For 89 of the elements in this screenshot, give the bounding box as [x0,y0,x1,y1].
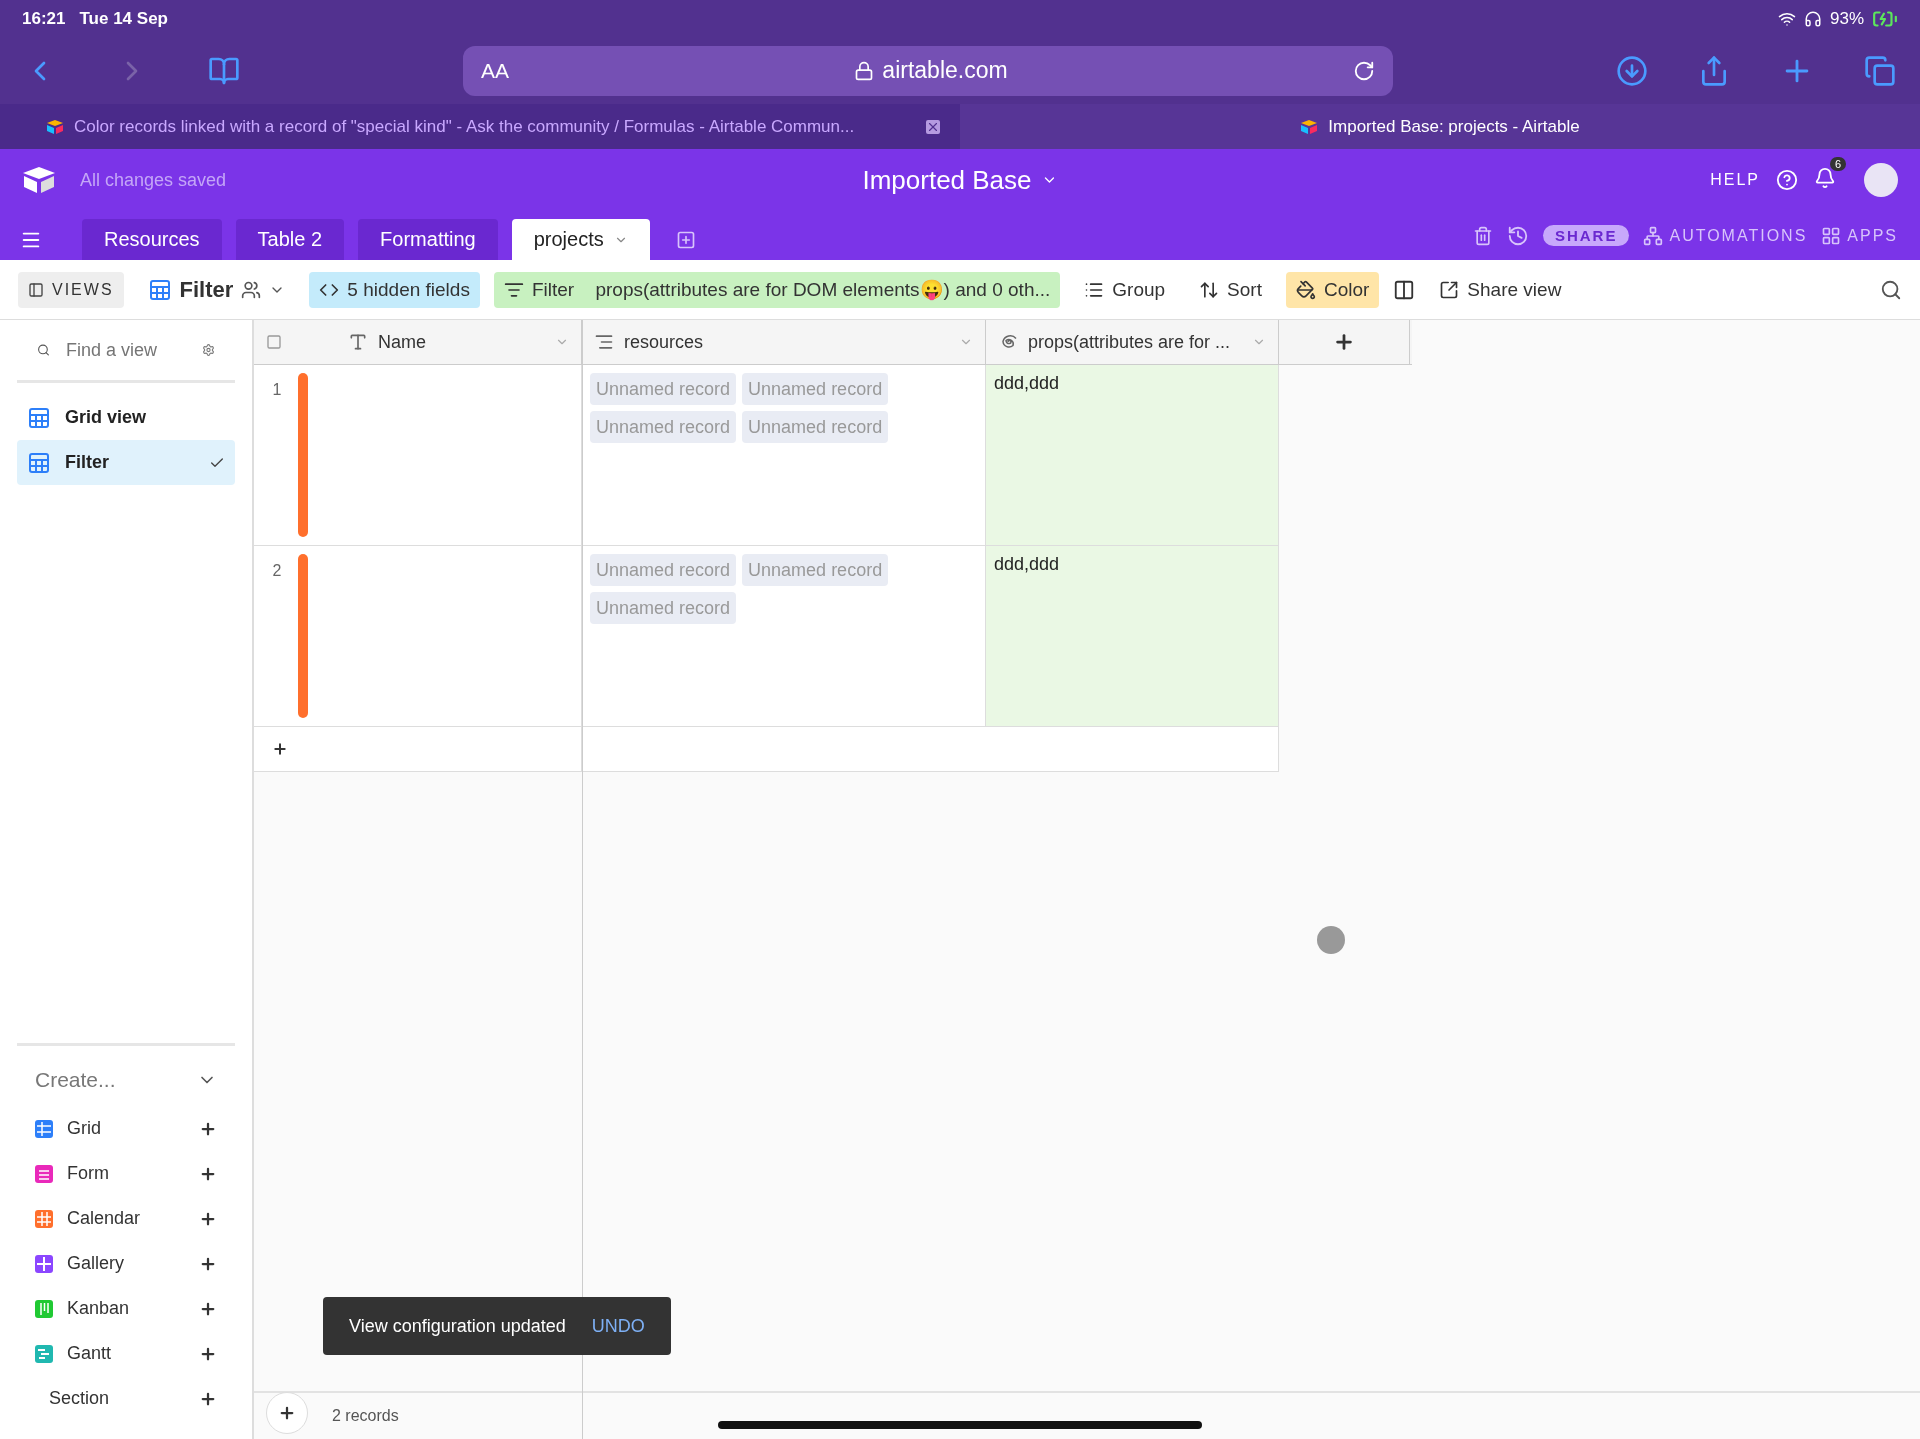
search-button[interactable] [1880,278,1902,301]
view-item[interactable]: Grid view [17,395,235,440]
apps-button[interactable]: APPS [1821,225,1898,246]
paint-bucket-icon [1295,279,1316,300]
row-number: 1 [271,380,283,400]
table-tab[interactable]: Table 2 [235,219,345,260]
box-logo-icon [1300,118,1319,135]
find-view-field[interactable]: Find a view [64,338,188,362]
color-button[interactable]: Color [1285,271,1380,308]
browser-tab[interactable]: Color records linked with a record of "special kind" - Ask the community / Formulas - Airtable Commun... [0,104,960,149]
help-link[interactable]: HELP [1710,171,1760,189]
reader-button[interactable]: AA [481,58,509,83]
battery-percentage: 93% [1829,8,1864,29]
headphones-icon [1803,9,1822,28]
notifications-button[interactable] [1814,167,1836,189]
create-view-item[interactable]: Gantt [17,1331,235,1376]
gallery-view-icon [35,1254,53,1273]
status-time: 16:21 [22,8,66,29]
view-switcher[interactable]: Filter [137,271,296,308]
history-button[interactable] [1506,224,1529,247]
lock-icon [854,60,875,81]
create-label: Create... [35,1068,116,1092]
trash-button[interactable] [1472,225,1493,246]
form-view-icon [35,1164,53,1183]
save-status: All changes saved [80,169,227,191]
grid-view-icon [35,1119,53,1138]
add-button[interactable] [266,1392,308,1434]
linked-field-icon [594,332,614,352]
add-field-button[interactable] [1333,331,1355,353]
row-height-button[interactable] [1393,278,1416,301]
text-field-icon [348,332,368,352]
apps-icon [1821,225,1842,246]
plus-icon [278,1404,296,1422]
views-toggle-button[interactable]: VIEWS [18,271,124,308]
sidebar-icon [28,281,44,298]
gantt-view-icon [35,1344,53,1363]
record-count: 2 records [332,1407,399,1425]
grid-icon [147,277,172,302]
row-number: 2 [271,561,283,581]
group-button[interactable]: Group [1074,271,1176,308]
table-tab[interactable]: Resources [82,219,222,260]
close-tab-button[interactable] [926,119,940,134]
table-cell: ddd,ddd [994,373,1060,394]
create-view-item[interactable]: Grid [17,1106,235,1151]
calendar-view-icon [35,1209,53,1228]
notification-count: 6 [1829,157,1846,171]
share-view-button[interactable]: Share view [1429,271,1572,308]
table-tab[interactable]: Formatting [358,219,498,260]
people-icon [241,279,262,300]
table-tab[interactable]: projects [511,219,650,260]
add-table-button[interactable] [675,229,696,250]
base-name-menu[interactable]: Imported Base [862,164,1058,196]
column-header[interactable]: Name [378,331,545,353]
add-record-button[interactable] [272,741,288,757]
automations-icon [1643,225,1664,246]
automations-button[interactable]: AUTOMATIONS [1643,225,1808,246]
browser-tab[interactable]: Imported Base: projects - Airtable [960,104,1920,149]
box-logo-icon [22,166,56,194]
sort-button[interactable]: Sort [1189,271,1272,308]
create-view-item[interactable]: Section [17,1376,235,1421]
create-view-item[interactable]: Gallery [17,1241,235,1286]
share-icon [1439,279,1460,300]
table-cell: ddd,ddd [994,554,1060,575]
avatar[interactable] [1864,163,1898,197]
share-button[interactable]: SHARE [1542,225,1630,246]
create-view-item[interactable]: Kanban [17,1286,235,1331]
box-logo-icon [46,118,64,135]
download-button[interactable] [1616,54,1648,87]
toast-message: View configuration updated [349,1315,566,1337]
kanban-view-icon [35,1299,53,1318]
address-bar[interactable]: AA airtable.com [463,45,1393,96]
help-icon [1776,169,1798,191]
create-view-item[interactable]: Calendar [17,1196,235,1241]
reload-button[interactable] [1353,59,1375,82]
column-header[interactable]: props(attributes are for ... [1028,331,1242,353]
filter-button[interactable]: Filter props(attributes are for DOM elements😛) and 0 oth... [493,271,1061,308]
select-all-checkbox[interactable] [266,334,282,350]
grid-icon [27,450,51,475]
create-view-item[interactable]: Form [17,1151,235,1196]
undo-button[interactable]: UNDO [591,1315,645,1337]
column-header[interactable]: resources [624,331,949,353]
hidden-fields-button[interactable]: 5 hidden fields [309,271,480,308]
tabs-button[interactable] [1864,54,1896,87]
status-date: Tue 14 Sep [79,8,168,29]
view-item[interactable]: Filter [17,440,235,485]
url-text: airtable.com [882,57,1008,84]
settings-icon [202,341,215,359]
touch-indicator [1317,926,1345,954]
grid-icon [27,405,51,430]
